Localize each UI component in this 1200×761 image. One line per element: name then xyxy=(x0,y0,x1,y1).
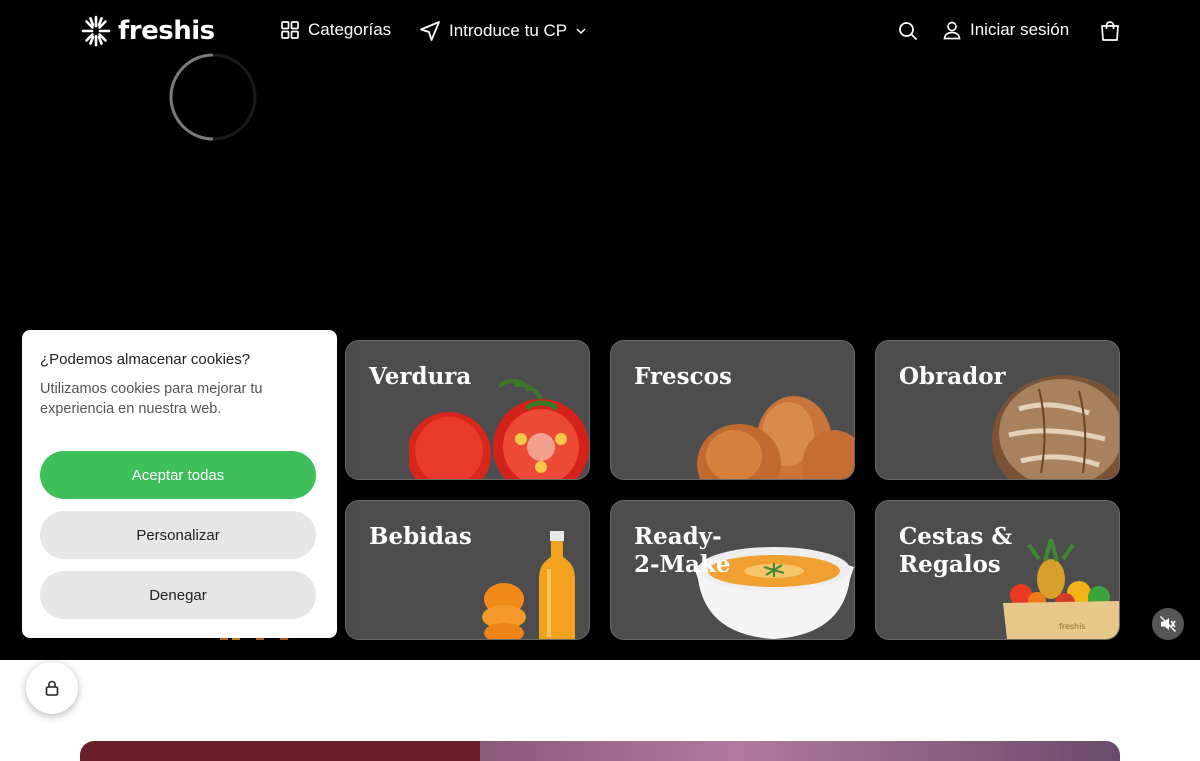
category-title: Cestas & Regalos xyxy=(899,523,1013,578)
cart-button[interactable] xyxy=(1099,20,1121,42)
customize-cookies-button[interactable]: Personalizar xyxy=(40,511,316,559)
tomato-image xyxy=(409,379,589,479)
postcode-label: Introduce tu CP xyxy=(449,21,568,40)
logo[interactable]: freshis xyxy=(80,14,215,48)
category-title: Ready- 2-Make xyxy=(634,523,731,578)
logo-text: freshis xyxy=(118,16,215,46)
grid-icon xyxy=(281,21,299,39)
loading-spinner xyxy=(169,53,257,141)
postcode-selector[interactable]: Introduce tu CP xyxy=(419,20,587,42)
category-title: Verdura xyxy=(369,363,472,390)
categories-menu[interactable]: Categorías xyxy=(280,20,391,40)
search-icon xyxy=(899,22,917,40)
chevron-down-icon xyxy=(576,28,586,35)
category-card-bebidas[interactable]: Bebidas xyxy=(345,500,590,640)
cookie-consent-dialog: ¿Podemos almacenar cookies? Utilizamos c… xyxy=(22,330,337,638)
shopping-bag-icon xyxy=(1101,21,1119,41)
deny-cookies-button[interactable]: Denegar xyxy=(40,571,316,619)
logo-burst-icon xyxy=(81,15,111,47)
category-title: Frescos xyxy=(634,363,732,390)
svg-text:freshis: freshis xyxy=(1059,622,1085,631)
category-title: Bebidas xyxy=(369,523,472,550)
promo-banner[interactable] xyxy=(80,741,1120,761)
lock-icon xyxy=(45,680,59,696)
eggs-image xyxy=(697,396,854,479)
mute-video-button[interactable] xyxy=(1152,608,1184,640)
category-card-frescos[interactable]: Frescos xyxy=(610,340,855,480)
categories-label: Categorías xyxy=(308,20,392,39)
search-button[interactable] xyxy=(897,20,919,42)
accept-all-cookies-button[interactable]: Aceptar todas xyxy=(40,451,316,499)
category-title: Obrador xyxy=(899,363,1006,390)
cookie-title: ¿Podemos almacenar cookies? xyxy=(40,351,251,368)
category-card-ready-2-make[interactable]: Ready- 2-Make xyxy=(610,500,855,640)
cookie-description: Utilizamos cookies para mejorar tu exper… xyxy=(40,381,263,417)
privacy-settings-button[interactable] xyxy=(26,662,78,714)
promo-banner-left xyxy=(80,741,480,761)
promo-banner-image xyxy=(480,741,1120,761)
login-button[interactable]: Iniciar sesión xyxy=(942,20,1069,40)
navigation-arrow-icon xyxy=(420,21,440,41)
category-card-obrador[interactable]: Obrador xyxy=(875,340,1120,480)
login-label: Iniciar sesión xyxy=(970,20,1070,39)
mute-icon xyxy=(1160,616,1176,632)
user-icon xyxy=(943,21,961,40)
category-card-cestas-regalos[interactable]: Cestas & Regalos freshis xyxy=(875,500,1120,640)
category-card-verdura[interactable]: Verdura xyxy=(345,340,590,480)
